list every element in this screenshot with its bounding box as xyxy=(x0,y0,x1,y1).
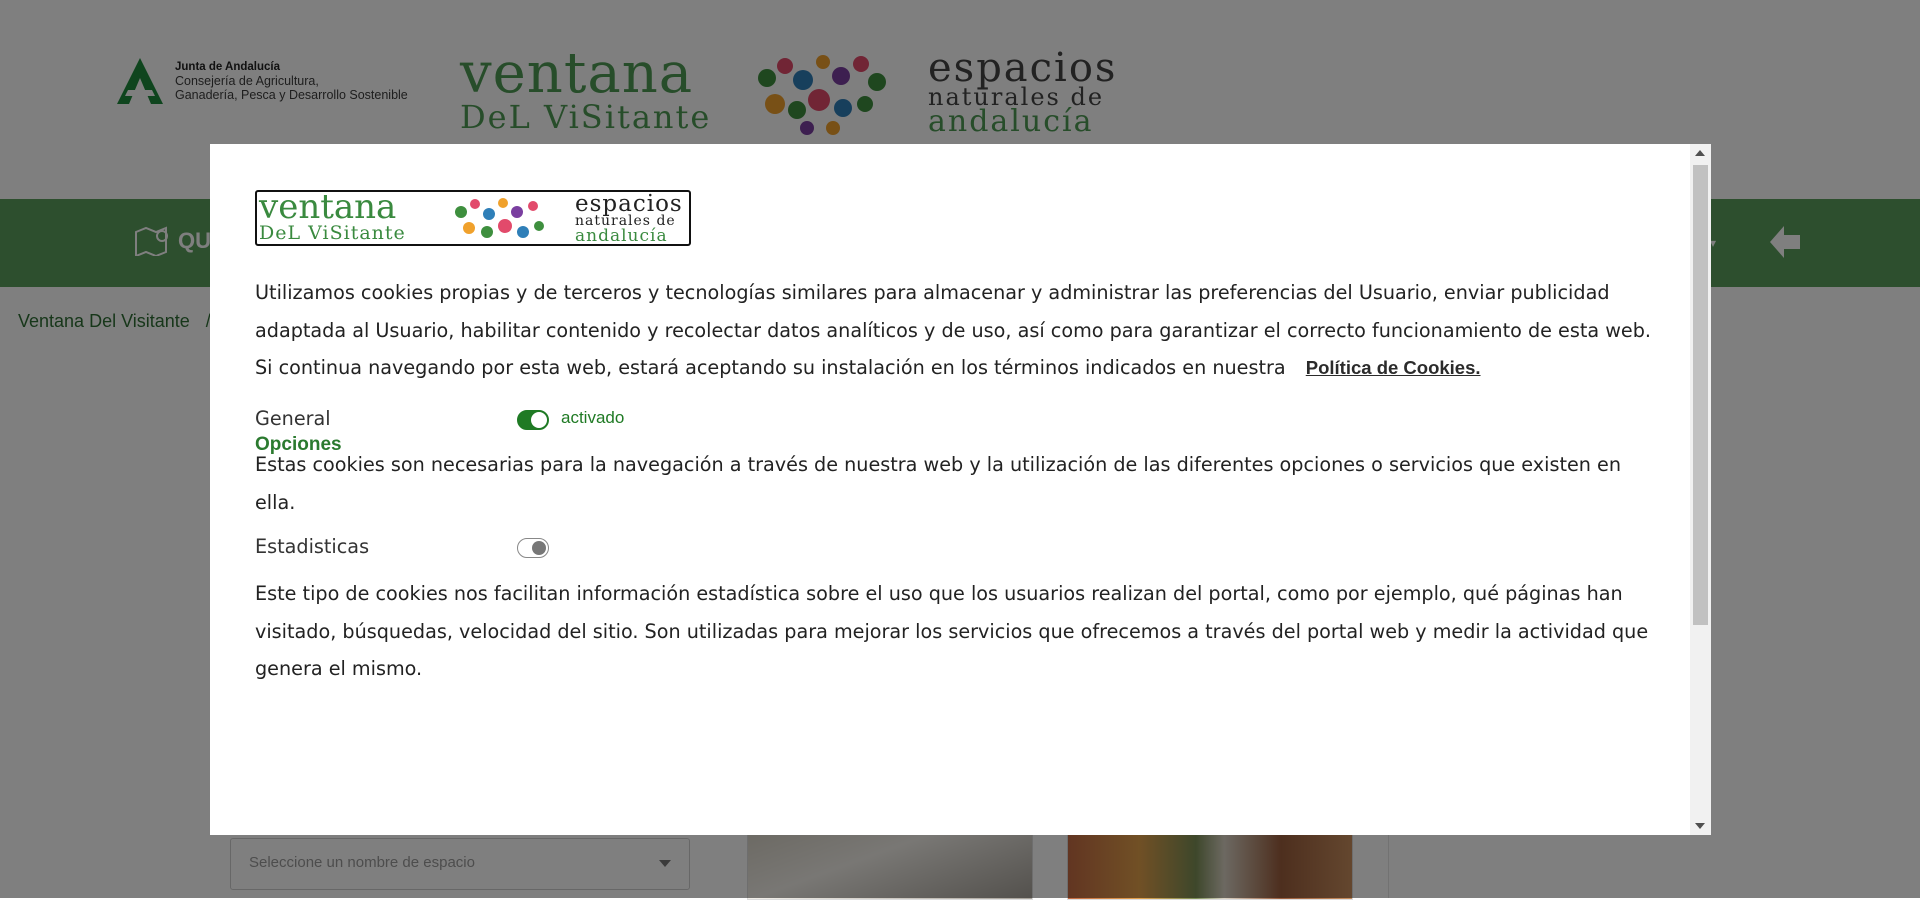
dialog-ventana-logo: ventana DeL ViSitante xyxy=(259,190,406,244)
cookie-consent-dialog: ventana DeL ViSitante espacios naturales… xyxy=(210,144,1711,835)
option-general-toggle[interactable] xyxy=(517,410,549,430)
dialog-ventana-line2: DeL ViSitante xyxy=(259,222,406,244)
cookie-dialog-content: ventana DeL ViSitante espacios naturales… xyxy=(210,144,1690,835)
dialog-espacios-logo: espacios naturales de andalucía xyxy=(575,191,683,246)
option-general-label: General xyxy=(255,407,331,430)
dialog-scrollbar[interactable] xyxy=(1690,144,1711,835)
cookie-policy-link[interactable]: Política de Cookies. xyxy=(1306,357,1481,378)
cookie-intro-text: Utilizamos cookies propias y de terceros… xyxy=(255,274,1665,387)
cookie-dialog-logo: ventana DeL ViSitante espacios naturales… xyxy=(255,190,691,246)
option-estadisticas-label: Estadisticas xyxy=(255,535,370,558)
option-general-state: activado xyxy=(561,408,625,427)
scrollbar-thumb[interactable] xyxy=(1693,165,1708,625)
option-general-description: Estas cookies son necesarias para la nav… xyxy=(255,453,1622,514)
option-estadisticas-toggle[interactable] xyxy=(517,538,549,558)
biodiversity-illustration-icon xyxy=(455,198,544,238)
dialog-ventana-line1: ventana xyxy=(259,190,397,227)
scroll-up-arrow-icon[interactable] xyxy=(1695,150,1705,156)
scroll-down-arrow-icon[interactable] xyxy=(1695,823,1705,829)
option-estadisticas-description: Este tipo de cookies nos facilitan infor… xyxy=(255,582,1649,680)
dialog-espacios-line3: andalucía xyxy=(575,226,668,246)
dialog-espacios-line1: espacios xyxy=(575,191,683,217)
